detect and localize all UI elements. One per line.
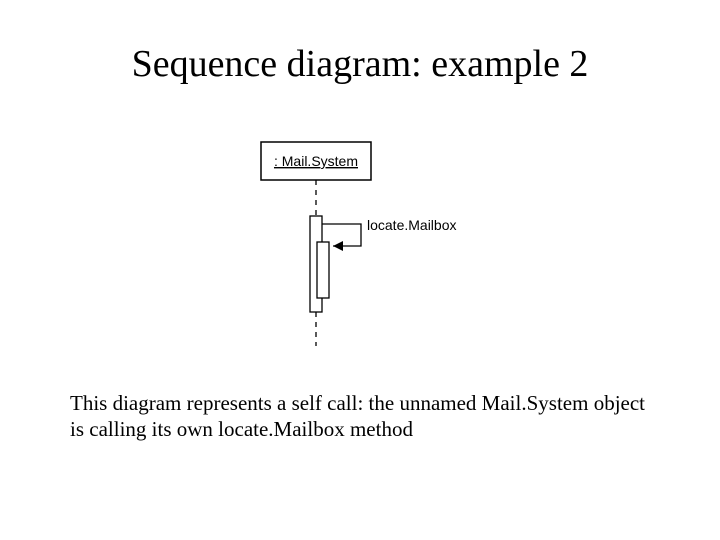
message-label: locate.Mailbox (367, 217, 457, 233)
sequence-diagram: : Mail.System locate.Mailbox (255, 138, 493, 350)
object-label: : Mail.System (274, 153, 358, 169)
self-call-arrowhead (333, 241, 343, 251)
caption-text: This diagram represents a self call: the… (70, 390, 660, 443)
sequence-diagram-svg: : Mail.System locate.Mailbox (255, 138, 493, 350)
slide: Sequence diagram: example 2 : Mail.Syste… (0, 0, 720, 540)
activation-inner (317, 242, 329, 298)
page-title: Sequence diagram: example 2 (0, 42, 720, 86)
